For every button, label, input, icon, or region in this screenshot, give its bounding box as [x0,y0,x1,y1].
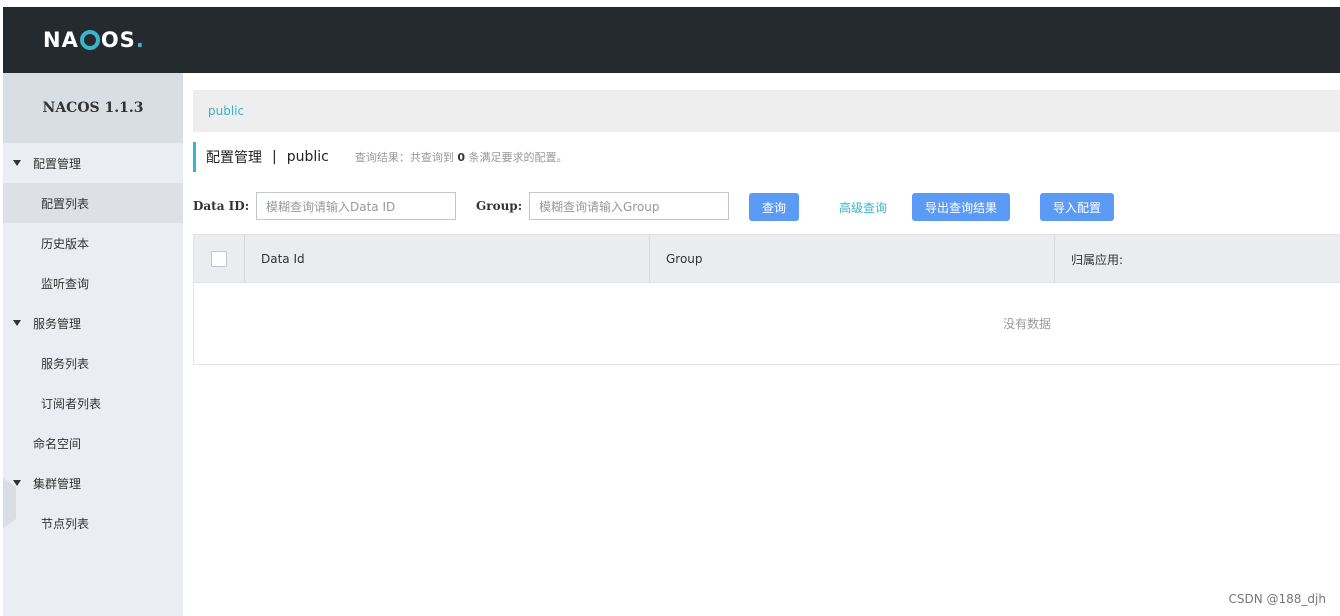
title-namespace: public [286,149,329,165]
group-label: Group: [476,199,523,213]
dataid-input[interactable]: 模糊查询请输入Data ID [256,192,456,220]
config-table: Data Id Group 归属应用: 没有数据 [193,234,1340,365]
import-config-button[interactable]: 导入配置 [1040,193,1114,221]
sidebar-item-label: 服务列表 [41,356,90,371]
query-result-prefix: 查询结果：共查询到 [354,151,454,164]
caret-down-icon [13,480,21,486]
sidebar-item-service-list[interactable]: 服务列表 [3,343,183,383]
export-results-button[interactable]: 导出查询结果 [912,193,1010,221]
sidebar-item-label: 命名空间 [33,436,82,451]
sidebar-item-label: 配置管理 [33,156,82,171]
sidebar-item-node-list[interactable]: 节点列表 [3,503,183,543]
sidebar-item-label: 历史版本 [41,236,90,251]
top-nav-bar: NA OS . [3,7,1340,73]
version-label: NACOS 1.1.3 [3,73,183,143]
sidebar-item-history[interactable]: 历史版本 [3,223,183,263]
sidebar-item-label: 服务管理 [33,316,82,331]
sidebar-group-service-management[interactable]: 服务管理 [3,303,183,343]
sidebar: NACOS 1.1.3 配置管理 配置列表 历史版本 监听查询 服务管理 服务列… [3,73,183,616]
sidebar-group-cluster-management[interactable]: 集群管理 [3,463,183,503]
sidebar-group-config-management[interactable]: 配置管理 [3,143,183,183]
logo-dot: . [135,28,144,52]
logo-text-left: NA [43,28,79,52]
sidebar-item-namespace[interactable]: 命名空间 [3,423,183,463]
page-title-text: 配置管理 [206,150,262,166]
dataid-placeholder: 模糊查询请输入Data ID [266,199,396,214]
sidebar-item-subscriber-list[interactable]: 订阅者列表 [3,383,183,423]
table-header: Data Id Group 归属应用: [194,235,1340,283]
query-result-info: 查询结果：共查询到 0 条满足要求的配置。 [355,149,568,165]
query-result-count: 0 [457,151,465,164]
title-separator: | [272,149,277,165]
sidebar-item-config-list[interactable]: 配置列表 [3,183,183,223]
page-title: 配置管理 | public 查询结果：共查询到 0 条满足要求的配置。 [193,142,568,172]
empty-message: 没有数据 [1002,317,1051,331]
select-all-checkbox[interactable] [211,251,227,267]
sidebar-item-label: 节点列表 [41,516,90,531]
dataid-label: Data ID: [193,199,250,213]
logo-ring-icon [79,30,100,50]
sidebar-item-label: 配置列表 [41,196,90,211]
column-header-dataid[interactable]: Data Id [245,235,650,283]
nacos-logo[interactable]: NA OS . [43,27,144,53]
advanced-query-link[interactable]: 高级查询 [839,199,887,216]
sidebar-item-listener-query[interactable]: 监听查询 [3,263,183,303]
sidebar-item-label: 监听查询 [41,276,90,291]
namespace-tab-public[interactable]: public [208,104,244,118]
table-empty-state: 没有数据 [194,283,1340,364]
column-header-app[interactable]: 归属应用: [1055,235,1340,283]
watermark: CSDN @188_djh [1228,592,1327,606]
logo-text-right: OS [100,28,136,52]
column-header-group[interactable]: Group [650,235,1055,283]
sidebar-item-label: 集群管理 [33,476,82,491]
caret-down-icon [13,320,21,326]
query-button[interactable]: 查询 [749,193,799,221]
group-placeholder: 模糊查询请输入Group [539,199,660,214]
sidebar-item-label: 订阅者列表 [41,396,102,411]
query-result-suffix: 条满足要求的配置。 [468,151,568,164]
breadcrumb: public [193,90,1340,132]
caret-down-icon [13,160,21,166]
select-all-cell [194,235,245,283]
group-input[interactable]: 模糊查询请输入Group [529,192,729,220]
